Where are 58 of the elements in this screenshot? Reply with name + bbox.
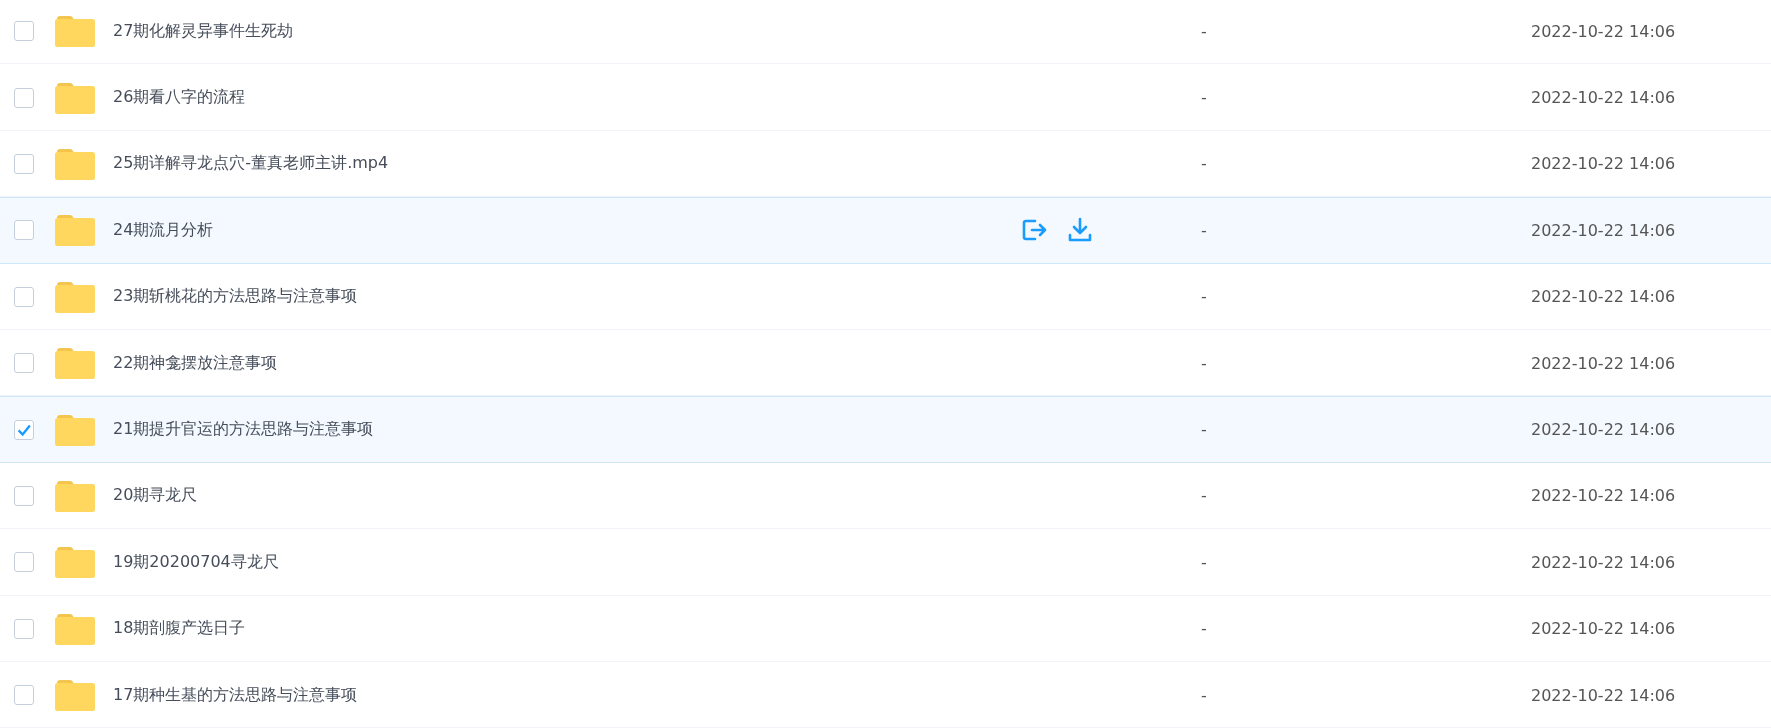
file-name[interactable]: 17期种生基的方法思路与注意事项 [113,684,1053,706]
modified-date: 2022-10-22 14:06 [1531,685,1676,705]
folder-icon [55,679,95,712]
checkbox[interactable] [14,220,34,241]
folder-icon [55,81,95,114]
checkbox[interactable] [14,618,34,639]
modified-date: 2022-10-22 14:06 [1531,486,1676,506]
file-size: - [1201,287,1208,307]
modified-date: 2022-10-22 14:06 [1531,552,1676,572]
checkbox[interactable] [14,685,34,706]
modified-date: 2022-10-22 14:06 [1531,353,1676,373]
folder-icon [55,15,95,48]
checkbox[interactable] [14,485,34,506]
folder-icon [55,347,95,380]
modified-date: 2022-10-22 14:06 [1531,154,1676,174]
file-size: - [1201,486,1208,506]
checkbox[interactable] [14,552,34,573]
file-name[interactable]: 26期看八字的流程 [113,87,1053,109]
modified-date: 2022-10-22 14:06 [1531,287,1676,307]
download-icon[interactable] [1067,217,1093,244]
modified-date: 2022-10-22 14:06 [1531,21,1676,41]
file-row[interactable]: 24期流月分析 - 2022-10-22 14:06 [0,197,1771,264]
file-row[interactable]: 21期提升官运的方法思路与注意事项 - 2022-10-22 14:06 [0,396,1771,463]
file-name[interactable]: 22期神龛摆放注意事项 [113,352,1053,374]
file-name[interactable]: 19期20200704寻龙尺 [113,551,1053,573]
checkbox[interactable] [14,353,34,374]
modified-date: 2022-10-22 14:06 [1531,420,1676,440]
file-size: - [1201,552,1208,572]
modified-date: 2022-10-22 14:06 [1531,220,1676,240]
checkbox[interactable] [14,286,34,307]
file-name[interactable]: 23期斩桃花的方法思路与注意事项 [113,286,1053,308]
file-size: - [1201,619,1208,639]
folder-icon [55,546,95,579]
file-size: - [1201,685,1208,705]
file-name[interactable]: 21期提升官运的方法思路与注意事项 [113,419,1053,441]
file-size: - [1201,220,1208,240]
file-size: - [1201,154,1208,174]
file-name[interactable]: 25期详解寻龙点穴-董真老师主讲.mp4 [113,153,1053,175]
file-size: - [1201,21,1208,41]
folder-icon [55,612,95,645]
folder-icon [55,214,95,247]
file-name[interactable]: 20期寻龙尺 [113,485,1053,507]
file-size: - [1201,88,1208,108]
checkbox[interactable] [14,419,34,440]
file-name[interactable]: 27期化解灵异事件生死劫 [113,20,1053,42]
checkbox[interactable] [14,21,34,42]
folder-icon [55,479,95,512]
file-name[interactable]: 24期流月分析 [113,219,1053,241]
modified-date: 2022-10-22 14:06 [1531,88,1676,108]
file-name[interactable]: 18期剖腹产选日子 [113,618,1053,640]
modified-date: 2022-10-22 14:06 [1531,619,1676,639]
checkbox[interactable] [14,87,34,108]
checkbox[interactable] [14,153,34,174]
folder-icon [55,280,95,313]
folder-icon [55,413,95,446]
folder-icon [55,147,95,180]
file-size: - [1201,420,1208,440]
file-size: - [1201,353,1208,373]
